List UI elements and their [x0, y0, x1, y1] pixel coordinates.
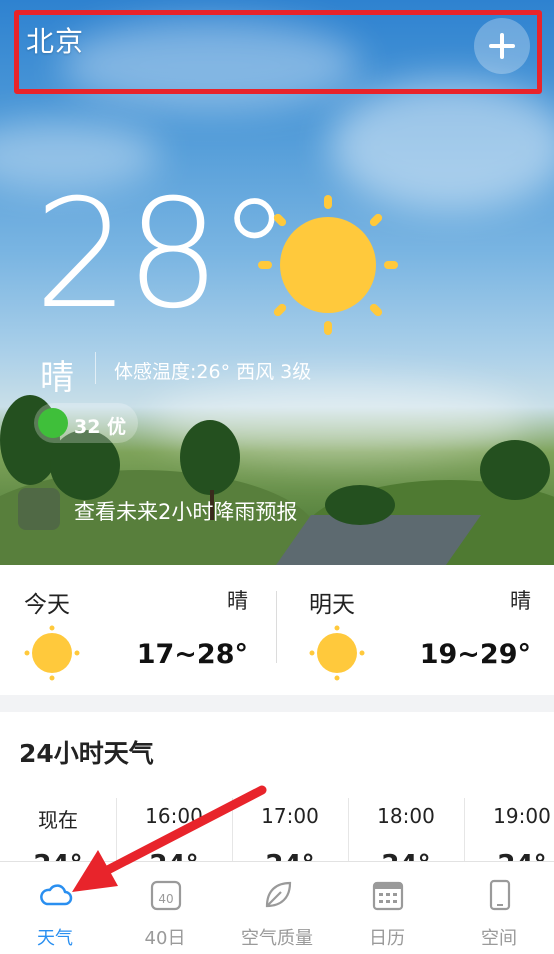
city-name[interactable]: 北京 [26, 20, 84, 60]
hour-label: 16:00 [145, 804, 203, 828]
tab-label: 空间 [481, 928, 517, 949]
add-city-button[interactable] [474, 18, 530, 74]
tab-calendar[interactable]: 日历 [332, 862, 442, 954]
sun-icon [24, 625, 80, 681]
current-temperature: 28° [34, 168, 292, 342]
tab-air-quality[interactable]: 空气质量 [222, 862, 332, 954]
hour-label: 19:00 [493, 804, 551, 828]
cloud-icon [40, 884, 73, 906]
hourly-forecast: 24小时天气 现在 24° 16:00 24° 17:00 24° 18:00 … [0, 712, 554, 872]
rain-cloud-icon [18, 488, 60, 530]
hour-column[interactable]: 现在 24° [0, 792, 116, 872]
leaf-icon [265, 881, 292, 908]
day-condition: 晴 [510, 589, 531, 613]
leaf-icon [38, 408, 68, 438]
day-temp-range: 19~29° [419, 639, 531, 670]
day-label: 明天 [309, 592, 355, 618]
tab-40-day[interactable]: 40 40日 [110, 862, 220, 954]
highlight-box [14, 10, 542, 94]
tree-shape [180, 420, 240, 495]
tree-shape [325, 485, 395, 525]
tab-label: 日历 [369, 928, 405, 949]
aqi-badge[interactable]: 32 优 [34, 403, 138, 443]
weather-hero: 北京 28° 晴 体感温度:26° 西风 3级 32 优 查看未来2小时降雨预报 [0, 0, 554, 565]
tab-label: 空气质量 [241, 928, 313, 949]
today-card[interactable]: 今天 晴 17~28° [24, 565, 248, 695]
sun-icon [258, 195, 398, 335]
tomorrow-card[interactable]: 明天 晴 19~29° [309, 565, 531, 695]
aqi-value: 32 优 [74, 416, 127, 438]
day-temp-range: 17~28° [136, 639, 248, 670]
hour-label: 18:00 [377, 804, 435, 828]
day-condition: 晴 [227, 589, 248, 613]
divider [95, 352, 96, 384]
plus-icon [500, 33, 504, 59]
hour-label: 现在 [38, 808, 78, 832]
current-condition: 晴 [40, 358, 74, 398]
hour-label: 17:00 [261, 804, 319, 828]
cloud-shape [330, 80, 554, 210]
calendar-icon [372, 881, 404, 911]
tab-label: 40日 [144, 928, 186, 949]
bottom-tab-bar: 天气 40 40日 空气质量 日历 空间 [0, 861, 554, 954]
tab-space[interactable]: 空间 [444, 862, 554, 954]
hour-column[interactable]: 17:00 24° [232, 792, 348, 872]
hour-column[interactable]: 18:00 24° [348, 792, 464, 872]
calendar-40-icon: 40 [150, 880, 182, 911]
day-label: 今天 [24, 592, 70, 618]
hour-column[interactable]: 16:00 24° [116, 792, 232, 872]
rain-forecast-text: 查看未来2小时降雨预报 [74, 500, 298, 524]
hourly-title: 24小时天气 [19, 739, 154, 768]
tab-weather[interactable]: 天气 [0, 862, 110, 954]
divider [276, 591, 277, 663]
phone-icon [489, 879, 511, 911]
svg-text:40: 40 [158, 892, 173, 906]
feels-like-wind: 体感温度:26° 西风 3级 [114, 361, 312, 383]
sun-icon [309, 625, 365, 681]
tab-label: 天气 [37, 928, 73, 949]
tree-shape [480, 440, 550, 500]
hour-column[interactable]: 19:00 24° [464, 792, 554, 872]
daily-summary: 今天 晴 17~28° 明天 晴 19~29° [0, 565, 554, 695]
